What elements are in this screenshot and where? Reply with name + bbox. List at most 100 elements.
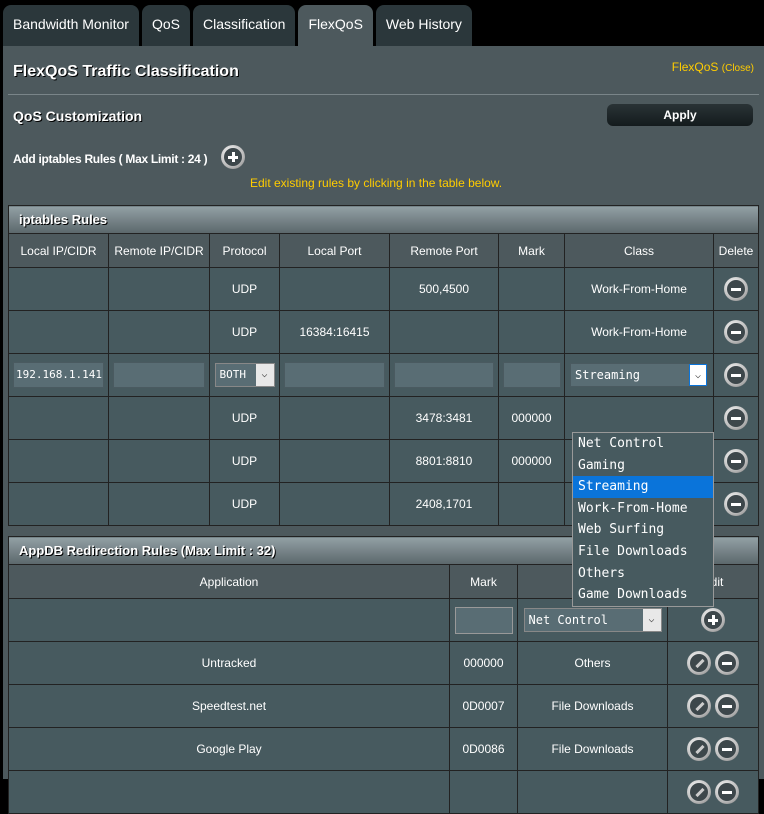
dropdown-option[interactable]: Others (573, 563, 713, 585)
table-row[interactable]: Google Play 0D0086 File Downloads (8, 727, 760, 771)
new-app-cell[interactable] (8, 598, 450, 642)
mark-cell[interactable]: 000000 (498, 439, 565, 483)
protocol-cell[interactable]: UDP (209, 396, 280, 440)
local-port-cell[interactable] (279, 396, 390, 440)
mark-cell[interactable] (498, 267, 565, 311)
local-port-cell[interactable]: 16384:16415 (279, 310, 390, 354)
dropdown-option[interactable]: Work-From-Home (573, 498, 713, 520)
table-row[interactable]: Untracked 000000 Others (8, 641, 760, 685)
tab-classification[interactable]: Classification (192, 5, 296, 46)
close-link[interactable]: FlexQoS (Close) (672, 60, 754, 74)
dropdown-option[interactable]: Web Surfing (573, 519, 713, 541)
column-header: Remote IP/CIDR (108, 233, 210, 268)
edit-pencil-icon[interactable] (687, 737, 712, 761)
add-rule-plus-icon[interactable] (221, 145, 245, 169)
protocol-cell[interactable]: UDP (209, 310, 280, 354)
local-ip-input[interactable]: 192.168.1.141 (12, 362, 105, 388)
class-dropdown-list[interactable]: Net Control Gaming Streaming Work-From-Home… (572, 432, 714, 607)
chevron-down-icon: ⌵ (689, 364, 707, 386)
mark-cell[interactable] (498, 310, 565, 354)
remote-port-input[interactable] (394, 362, 494, 388)
dropdown-option[interactable]: Game Downloads (573, 584, 713, 606)
class-cell[interactable]: Work-From-Home (564, 267, 714, 311)
local-ip-cell[interactable] (8, 439, 109, 483)
table-row[interactable]: UDP 16384:16415 Work-From-Home (8, 310, 760, 354)
column-header: Remote Port (389, 233, 499, 268)
mark-cell: 0D0086 (449, 727, 518, 771)
local-ip-cell[interactable] (8, 267, 109, 311)
delete-icon[interactable] (724, 449, 748, 473)
new-mark-input[interactable] (454, 606, 513, 634)
local-port-cell[interactable] (279, 267, 390, 311)
remote-port-cell[interactable]: 500,4500 (389, 267, 499, 311)
add-appdb-plus-icon[interactable] (701, 608, 726, 632)
protocol-select[interactable]: BOTH ⌵ (214, 363, 275, 387)
new-class-select[interactable]: Net Control ⌵ (523, 608, 662, 632)
tab-flexqos[interactable]: FlexQoS (298, 5, 373, 46)
class-cell[interactable]: Work-From-Home (564, 310, 714, 354)
protocol-cell[interactable]: UDP (209, 439, 280, 483)
table-row[interactable] (8, 770, 760, 814)
remote-ip-input[interactable] (113, 362, 205, 388)
table-row[interactable]: 192.168.1.141 BOTH ⌵ Streaming ⌵ (8, 353, 760, 397)
dropdown-option[interactable]: Net Control (573, 433, 713, 455)
application-cell (8, 770, 450, 814)
edit-pencil-icon[interactable] (687, 651, 712, 675)
delete-icon[interactable] (724, 277, 748, 301)
mark-cell[interactable]: 000000 (498, 396, 565, 440)
protocol-cell[interactable]: UDP (209, 267, 280, 311)
mark-input[interactable] (502, 362, 561, 388)
tab-bandwidth-monitor[interactable]: Bandwidth Monitor (3, 5, 139, 46)
delete-icon[interactable] (714, 737, 739, 761)
class-cell: File Downloads (517, 727, 668, 771)
dropdown-option[interactable]: Streaming (573, 476, 713, 498)
column-header: Local IP/CIDR (8, 233, 109, 268)
mark-cell[interactable] (498, 482, 565, 526)
delete-icon[interactable] (724, 320, 748, 344)
local-port-input[interactable] (284, 362, 385, 388)
protocol-cell[interactable]: UDP (209, 482, 280, 526)
remote-port-cell[interactable]: 8801:8810 (389, 439, 499, 483)
application-cell: Untracked (8, 641, 450, 685)
dropdown-option[interactable]: Gaming (573, 455, 713, 477)
remote-ip-cell[interactable] (108, 396, 210, 440)
local-ip-cell[interactable] (8, 310, 109, 354)
remote-port-cell[interactable]: 2408,1701 (389, 482, 499, 526)
edit-pencil-icon[interactable] (687, 780, 712, 804)
delete-icon[interactable] (714, 780, 739, 804)
class-cell (517, 770, 668, 814)
tab-web-history[interactable]: Web History (375, 5, 472, 46)
column-header: Protocol (209, 233, 280, 268)
local-ip-cell[interactable] (8, 396, 109, 440)
local-port-cell[interactable] (279, 482, 390, 526)
edit-hint: Edit existing rules by clicking in the t… (250, 176, 503, 190)
table-row[interactable]: UDP 500,4500 Work-From-Home (8, 267, 760, 311)
remote-ip-cell[interactable] (108, 439, 210, 483)
remote-ip-cell[interactable] (108, 482, 210, 526)
delete-icon[interactable] (724, 363, 748, 387)
chevron-down-icon: ⌵ (642, 609, 661, 631)
edit-pencil-icon[interactable] (687, 694, 712, 718)
remote-port-cell[interactable] (389, 310, 499, 354)
remote-ip-cell[interactable] (108, 310, 210, 354)
table-row[interactable]: Speedtest.net 0D0007 File Downloads (8, 684, 760, 728)
chevron-down-icon: ⌵ (255, 364, 274, 386)
local-ip-cell[interactable] (8, 482, 109, 526)
delete-icon[interactable] (714, 694, 739, 718)
mark-cell (449, 770, 518, 814)
remote-ip-cell[interactable] (108, 267, 210, 311)
iptables-section-header: iptables Rules (7, 205, 760, 234)
class-select[interactable]: Streaming ⌵ (570, 363, 708, 387)
delete-icon[interactable] (724, 492, 748, 516)
delete-icon[interactable] (724, 406, 748, 430)
tab-qos[interactable]: QoS (141, 5, 190, 46)
dropdown-option[interactable]: File Downloads (573, 541, 713, 563)
flexqos-link[interactable]: FlexQoS (672, 60, 719, 74)
remote-port-cell[interactable]: 3478:3481 (389, 396, 499, 440)
page-title: FlexQoS Traffic Classification (13, 63, 239, 80)
apply-button[interactable]: Apply (607, 104, 753, 126)
delete-icon[interactable] (714, 651, 739, 675)
close-label[interactable]: (Close) (722, 63, 754, 74)
tab-bar: Bandwidth Monitor QoS Classification Fle… (3, 5, 472, 46)
local-port-cell[interactable] (279, 439, 390, 483)
